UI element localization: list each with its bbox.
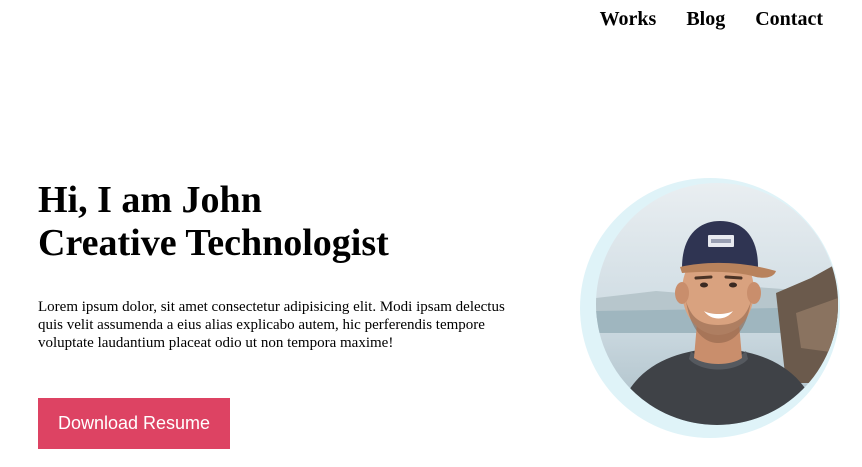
main-nav: Works Blog Contact bbox=[600, 6, 823, 32]
hero-greeting: Hi, I am John bbox=[38, 179, 262, 221]
nav-blog-link[interactable]: Blog bbox=[686, 6, 725, 32]
avatar-ring bbox=[580, 178, 840, 438]
hero-role: Creative Technologist bbox=[38, 222, 389, 264]
profile-photo-illustration bbox=[596, 183, 838, 425]
nav-works-link[interactable]: Works bbox=[600, 6, 657, 32]
hero-heading: Hi, I am John Creative Technologist bbox=[38, 179, 538, 265]
hero-description: Lorem ipsum dolor, sit amet consectetur … bbox=[38, 299, 505, 351]
nav-contact-link[interactable]: Contact bbox=[755, 6, 823, 32]
profile-photo bbox=[596, 183, 838, 425]
hero-section: Hi, I am John Creative Technologist Lore… bbox=[38, 179, 538, 351]
download-resume-button[interactable]: Download Resume bbox=[38, 398, 230, 449]
